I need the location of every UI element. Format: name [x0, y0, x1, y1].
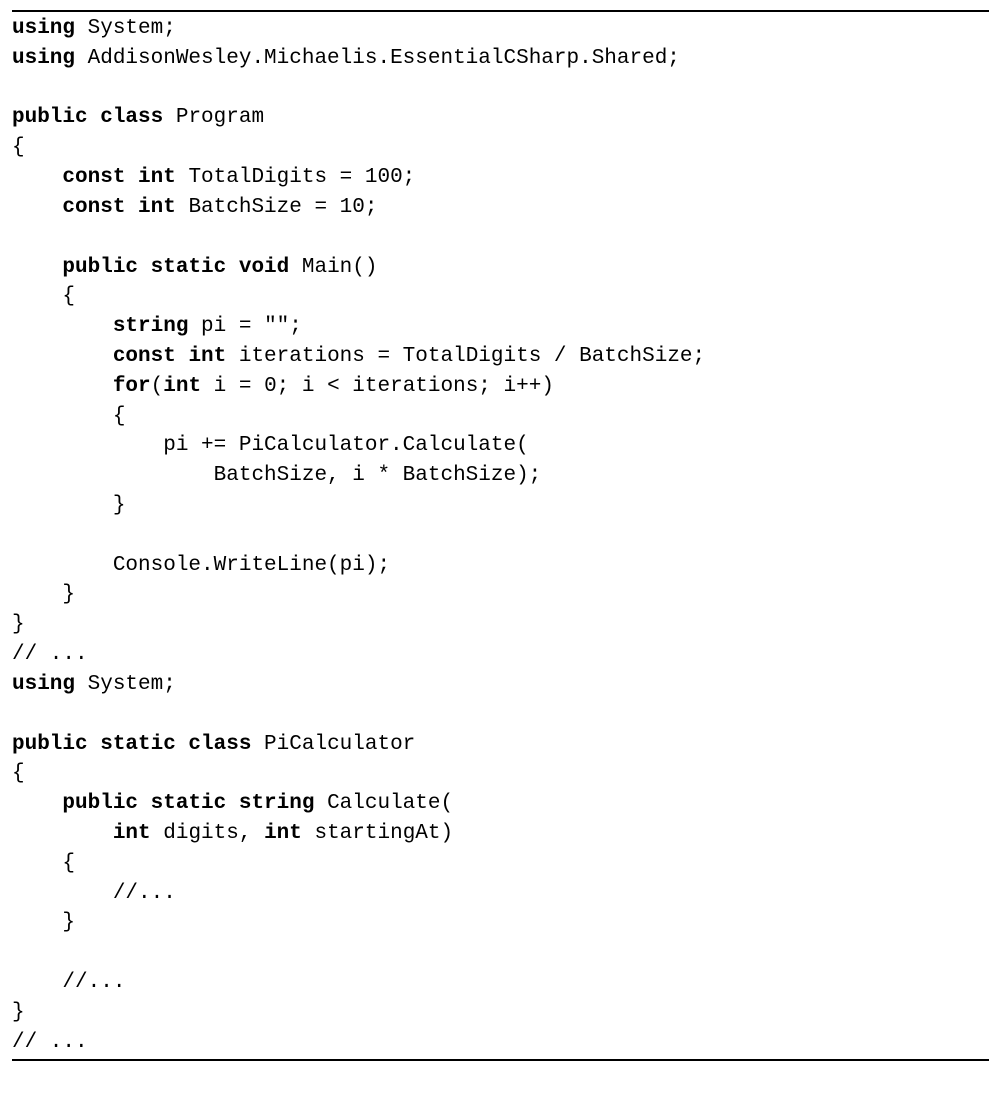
indent — [12, 196, 62, 219]
keyword: const int — [62, 196, 175, 219]
keyword: int — [264, 822, 302, 845]
code-block: using System; using AddisonWesley.Michae… — [12, 14, 989, 1057]
code-text: i = 0; i < iterations; i++) — [201, 375, 554, 398]
code-line: } — [12, 911, 75, 934]
code-line: BatchSize, i * BatchSize); — [12, 464, 541, 487]
keyword: const int — [62, 166, 175, 189]
code-line: const int BatchSize = 10; — [12, 196, 377, 219]
code-line: { — [12, 136, 25, 159]
keyword: public static void — [62, 256, 289, 279]
indent — [12, 345, 113, 368]
keyword: for — [113, 375, 151, 398]
code-text: System; — [75, 17, 176, 40]
code-text: Program — [163, 106, 264, 129]
code-line: public static string Calculate( — [12, 792, 453, 815]
code-line: } — [12, 1001, 25, 1024]
keyword: using — [12, 47, 75, 70]
code-line: //... — [12, 882, 176, 905]
keyword: public class — [12, 106, 163, 129]
code-text: BatchSize = 10; — [176, 196, 378, 219]
code-text: ( — [151, 375, 164, 398]
code-line: using AddisonWesley.Michaelis.EssentialC… — [12, 47, 680, 70]
keyword: const int — [113, 345, 226, 368]
code-line: using System; — [12, 673, 176, 696]
code-line: using System; — [12, 17, 176, 40]
keyword: int — [113, 822, 151, 845]
code-line: // ... — [12, 643, 88, 666]
code-line: pi += PiCalculator.Calculate( — [12, 434, 529, 457]
code-listing: using System; using AddisonWesley.Michae… — [12, 10, 989, 1061]
code-line: Console.WriteLine(pi); — [12, 554, 390, 577]
code-line: { — [12, 405, 125, 428]
code-line: //... — [12, 971, 125, 994]
code-line: } — [12, 494, 125, 517]
keyword: public static string — [62, 792, 314, 815]
code-line: int digits, int startingAt) — [12, 822, 453, 845]
code-line: for(int i = 0; i < iterations; i++) — [12, 375, 554, 398]
code-line: { — [12, 285, 75, 308]
code-line: { — [12, 852, 75, 875]
code-line: } — [12, 613, 25, 636]
keyword: using — [12, 17, 75, 40]
code-text: System; — [75, 673, 176, 696]
code-line: // ... — [12, 1031, 88, 1054]
code-line: { — [12, 762, 25, 785]
code-text: iterations = TotalDigits / BatchSize; — [226, 345, 705, 368]
code-line: const int TotalDigits = 100; — [12, 166, 415, 189]
indent — [12, 375, 113, 398]
indent — [12, 792, 62, 815]
indent — [12, 822, 113, 845]
code-text: Main() — [289, 256, 377, 279]
code-text: PiCalculator — [251, 733, 415, 756]
code-text: digits, — [151, 822, 264, 845]
code-text: pi = ""; — [188, 315, 301, 338]
code-text: AddisonWesley.Michaelis.EssentialCSharp.… — [75, 47, 680, 70]
indent — [12, 256, 62, 279]
keyword: string — [113, 315, 189, 338]
code-line: public class Program — [12, 106, 264, 129]
code-line: public static void Main() — [12, 256, 377, 279]
code-line: } — [12, 583, 75, 606]
keyword: public static class — [12, 733, 251, 756]
indent — [12, 166, 62, 189]
code-text: Calculate( — [314, 792, 453, 815]
keyword: int — [163, 375, 201, 398]
code-text: startingAt) — [302, 822, 453, 845]
keyword: using — [12, 673, 75, 696]
code-line: public static class PiCalculator — [12, 733, 415, 756]
code-line: string pi = ""; — [12, 315, 302, 338]
code-line: const int iterations = TotalDigits / Bat… — [12, 345, 705, 368]
code-text: TotalDigits = 100; — [176, 166, 415, 189]
indent — [12, 315, 113, 338]
